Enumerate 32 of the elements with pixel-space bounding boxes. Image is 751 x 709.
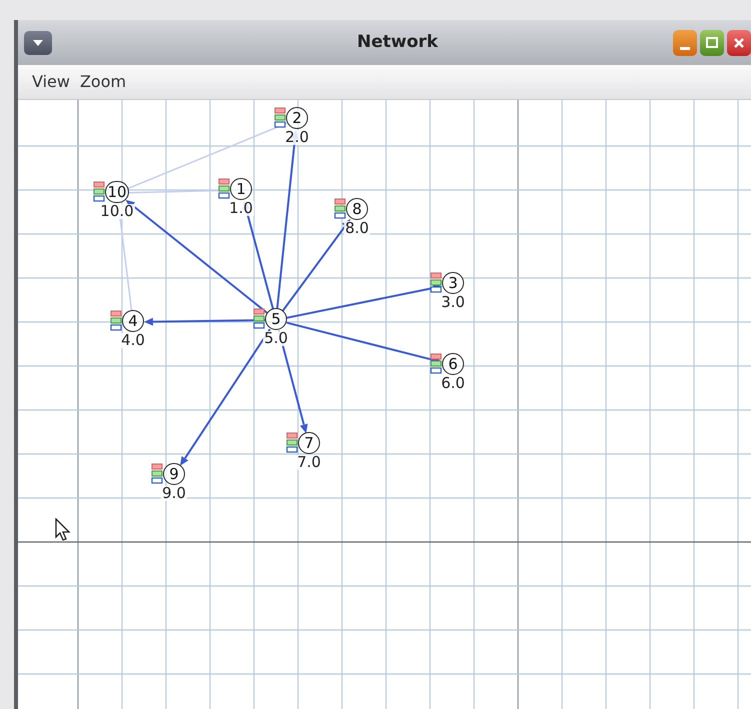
node-value: 4.0 xyxy=(120,333,146,348)
minimize-button[interactable] xyxy=(673,30,697,56)
node-value: 2.0 xyxy=(284,130,310,145)
menu-item[interactable]: View xyxy=(32,70,70,94)
maximize-button[interactable] xyxy=(700,30,724,56)
stack-icon xyxy=(286,432,298,454)
stack-icon xyxy=(218,178,230,200)
close-button[interactable] xyxy=(727,30,751,56)
node-value: 5.0 xyxy=(263,331,289,346)
node-value: 10.0 xyxy=(99,204,135,219)
pointer-icon xyxy=(55,518,71,542)
stack-icon xyxy=(274,107,286,129)
node-value: 9.0 xyxy=(161,486,187,501)
node-value: 7.0 xyxy=(296,455,322,470)
menu-item[interactable]: Zoom xyxy=(80,70,126,94)
window-title: Network xyxy=(357,30,438,54)
stack-icon xyxy=(334,198,346,220)
stack-icon xyxy=(151,463,163,485)
minimize-icon xyxy=(680,46,690,50)
maximize-icon xyxy=(706,37,718,48)
stack-icon xyxy=(253,308,265,330)
stack-icon xyxy=(93,181,106,203)
node-value: 1.0 xyxy=(228,201,254,216)
window-menu-button[interactable] xyxy=(24,30,52,54)
stack-icon xyxy=(430,353,442,375)
caret-icon xyxy=(33,40,43,46)
node-value: 3.0 xyxy=(440,295,466,310)
stack-icon xyxy=(110,310,122,332)
node-value: 6.0 xyxy=(440,376,466,391)
stack-icon xyxy=(430,272,442,294)
node-value: 8.0 xyxy=(344,221,370,236)
close-icon xyxy=(734,38,744,48)
